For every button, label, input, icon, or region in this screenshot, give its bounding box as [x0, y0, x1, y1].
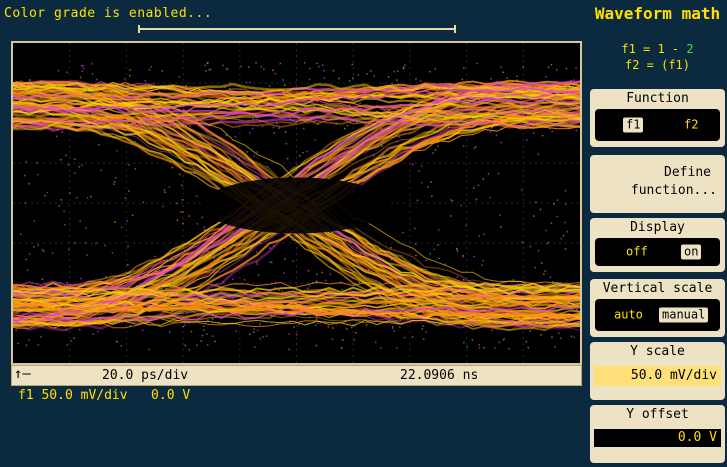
- function-option-f2[interactable]: f2: [681, 118, 701, 133]
- display-option-off[interactable]: off: [623, 245, 651, 260]
- vscale-option-manual[interactable]: manual: [659, 307, 709, 323]
- define-function-button[interactable]: Define function...: [590, 155, 725, 213]
- vscale-option-auto[interactable]: auto: [611, 308, 646, 323]
- timebase-value: 20.0 ps/div: [102, 368, 189, 383]
- delay-value: 22.0906 ns: [400, 368, 479, 383]
- function-label: Function: [626, 91, 689, 106]
- y-scale-value[interactable]: 50.0 mV/div: [594, 366, 721, 386]
- define-label-2: function...: [630, 183, 717, 198]
- softkey-menu: Waveform math f1 = 1 - 2 f2 = (f1) Funct…: [588, 0, 727, 467]
- progress-indicator: [138, 25, 456, 33]
- function-softkey[interactable]: Function f1 f2: [590, 89, 725, 147]
- y-offset-label: Y offset: [626, 407, 689, 422]
- function-option-f1[interactable]: f1: [623, 117, 644, 133]
- y-scale-softkey[interactable]: Y scale 50.0 mV/div: [590, 342, 725, 400]
- channel-info: f1 50.0 mV/div 0.0 V: [18, 388, 191, 403]
- eye-diagram: [13, 43, 580, 363]
- trigger-marker-icon: ↑—: [14, 366, 31, 382]
- display-option-on[interactable]: on: [681, 244, 702, 260]
- menu-title: Waveform math: [594, 4, 721, 23]
- vertical-scale-label: Vertical scale: [602, 281, 713, 296]
- y-scale-label: Y scale: [630, 344, 685, 359]
- y-offset-softkey[interactable]: Y offset 0.0 V: [590, 405, 725, 463]
- define-label-1: Define: [664, 165, 711, 180]
- f1-definition: f1 = 1 - 2: [621, 42, 694, 56]
- vertical-scale-softkey[interactable]: Vertical scale auto manual: [590, 279, 725, 337]
- status-message: Color grade is enabled...: [4, 6, 213, 21]
- f2-definition: f2 = (f1): [624, 58, 691, 72]
- display-softkey[interactable]: Display off on: [590, 218, 725, 272]
- timebase-bar: ↑— 20.0 ps/div 22.0906 ns: [11, 365, 582, 386]
- waveform-display[interactable]: [11, 41, 582, 365]
- display-label: Display: [630, 220, 685, 235]
- y-offset-value[interactable]: 0.0 V: [594, 429, 721, 447]
